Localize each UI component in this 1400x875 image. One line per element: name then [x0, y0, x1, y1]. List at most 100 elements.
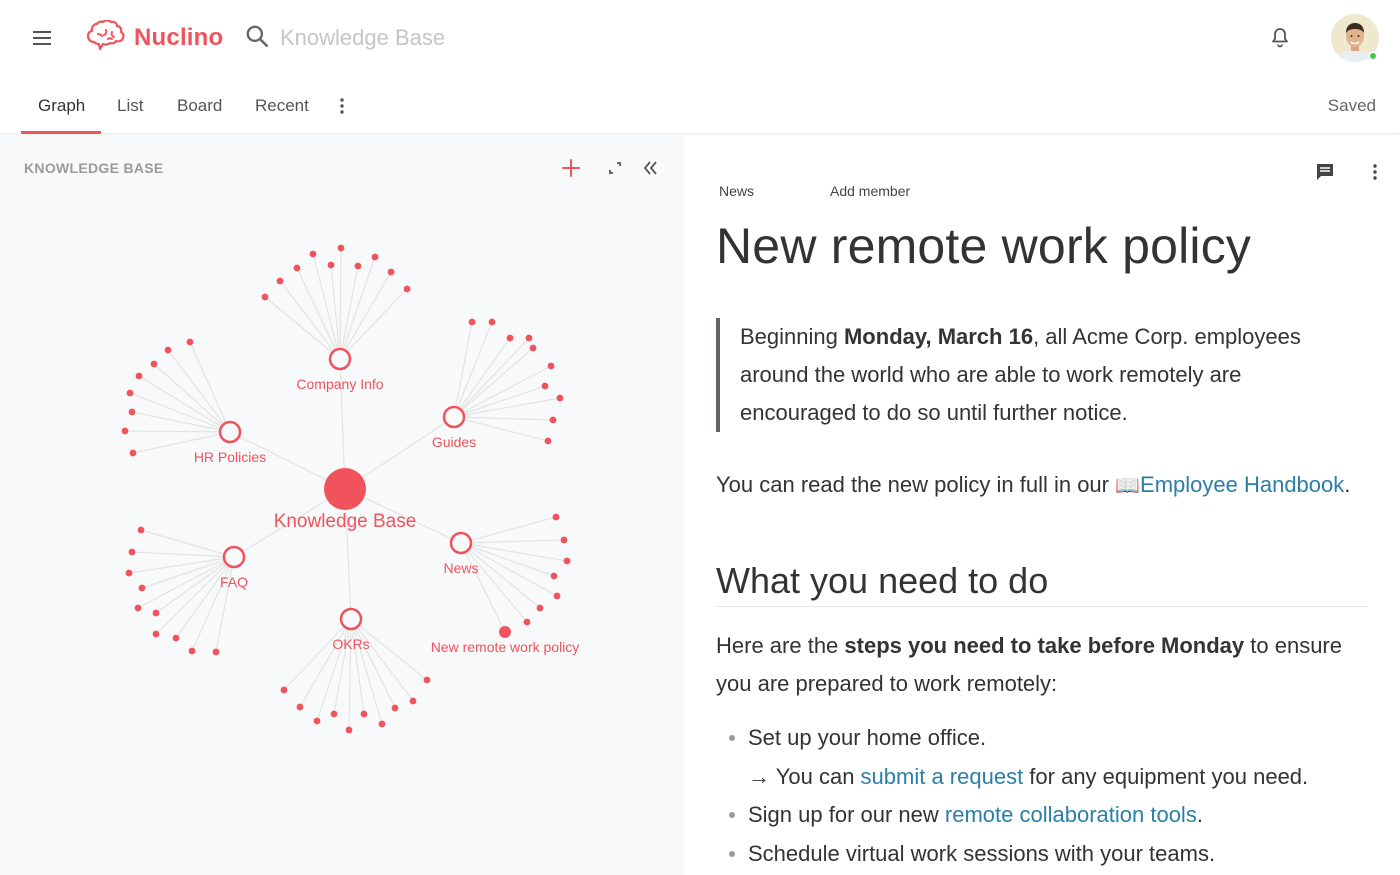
handbook-paragraph[interactable]: You can read the new policy in full in o… [716, 466, 1376, 505]
app-logo[interactable]: Nuclino [86, 18, 223, 56]
graph-item-node-active[interactable] [499, 626, 511, 638]
graph-item-node[interactable] [152, 630, 160, 638]
graph-item-node[interactable] [138, 584, 146, 592]
graph-item-node[interactable] [150, 360, 158, 368]
list-item[interactable]: Set up your home office. [716, 719, 1376, 758]
graph-cluster-label[interactable]: News [443, 560, 478, 576]
graph-item-node[interactable] [276, 277, 284, 285]
tab-list[interactable]: List [117, 96, 143, 116]
graph-item-node[interactable] [172, 634, 180, 642]
graph-item-node[interactable] [550, 572, 558, 580]
graph-cluster-node[interactable] [449, 531, 473, 555]
graph-item-node[interactable] [152, 609, 160, 617]
graph-item-node[interactable] [468, 318, 476, 326]
graph-cluster-label[interactable]: FAQ [220, 574, 248, 590]
remote-collaboration-tools-link[interactable]: remote collaboration tools [945, 802, 1197, 827]
list-item[interactable]: Sign up for our new remote collaboration… [716, 796, 1376, 835]
graph-cluster-node[interactable] [442, 405, 466, 429]
graph-item-node[interactable] [541, 382, 549, 390]
graph-item-node[interactable] [129, 449, 137, 457]
menu-icon[interactable] [30, 26, 54, 50]
graph-item-node[interactable] [544, 437, 552, 445]
graph-item-node[interactable] [529, 344, 537, 352]
blockquote[interactable]: Beginning Monday, March 16, all Acme Cor… [716, 318, 1336, 432]
search-input[interactable] [280, 25, 680, 51]
add-member-button[interactable]: Add member [830, 183, 910, 199]
graph-item-node[interactable] [309, 250, 317, 258]
graph-cluster-node[interactable] [218, 420, 242, 444]
graph-item-node[interactable] [135, 372, 143, 380]
list-item[interactable]: Schedule virtual work sessions with your… [716, 835, 1376, 874]
graph-item-node[interactable] [378, 720, 386, 728]
graph-item-node[interactable] [293, 264, 301, 272]
graph-cluster-label[interactable]: HR Policies [194, 449, 266, 465]
graph-item-node[interactable] [327, 261, 335, 269]
graph-item-node[interactable] [280, 686, 288, 694]
graph-item-node[interactable] [354, 262, 362, 270]
graph-item-node[interactable] [525, 334, 533, 342]
graph-item-node[interactable] [423, 676, 431, 684]
graph-item-node[interactable] [523, 618, 531, 626]
tab-board[interactable]: Board [177, 96, 222, 116]
comment-icon[interactable] [1314, 161, 1336, 183]
plus-icon[interactable] [560, 157, 582, 179]
graph-item-node[interactable] [371, 253, 379, 261]
graph-item-node[interactable] [391, 704, 399, 712]
steps-paragraph[interactable]: Here are the steps you need to take befo… [716, 627, 1376, 703]
graph-item-node[interactable] [560, 536, 568, 544]
breadcrumb[interactable]: News [719, 183, 754, 199]
employee-handbook-link[interactable]: Employee Handbook [1140, 472, 1344, 497]
graph-item-node[interactable] [553, 592, 561, 600]
graph-item-node[interactable] [488, 318, 496, 326]
graph-item-node[interactable] [137, 526, 145, 534]
graph-item-node[interactable] [261, 293, 269, 301]
search-icon[interactable] [244, 23, 270, 54]
graph-item-node[interactable] [126, 389, 134, 397]
bell-icon[interactable] [1268, 26, 1292, 50]
graph-item-node[interactable] [164, 346, 172, 354]
graph-item-node[interactable] [547, 362, 555, 370]
graph-item-label[interactable]: New remote work policy [431, 639, 580, 655]
graph-item-node[interactable] [125, 569, 133, 577]
graph-item-node[interactable] [337, 244, 345, 252]
list-subitem[interactable]: → You can submit a request for any equip… [716, 758, 1376, 797]
more-vertical-icon[interactable] [1364, 161, 1386, 183]
graph-item-node[interactable] [188, 647, 196, 655]
knowledge-graph[interactable]: New remote work policy Company Info HR Pol… [0, 135, 684, 875]
graph-cluster-node[interactable] [222, 545, 246, 569]
graph-item-node[interactable] [506, 334, 514, 342]
graph-item-node[interactable] [552, 513, 560, 521]
graph-item-node[interactable] [134, 604, 142, 612]
graph-item-node[interactable] [186, 338, 194, 346]
search-bar[interactable] [244, 20, 844, 56]
graph-cluster-label[interactable]: Guides [432, 434, 476, 450]
graph-cluster-node[interactable] [328, 347, 352, 371]
graph-item-node[interactable] [128, 548, 136, 556]
tab-recent[interactable]: Recent [255, 96, 309, 116]
submit-request-link[interactable]: submit a request [861, 764, 1024, 789]
graph-item-node[interactable] [563, 557, 571, 565]
tab-graph[interactable]: Graph [38, 96, 85, 116]
graph-item-node[interactable] [313, 717, 321, 725]
page-title[interactable]: New remote work policy [716, 217, 1251, 275]
collapse-left-icon[interactable] [640, 157, 662, 179]
graph-item-node[interactable] [330, 710, 338, 718]
graph-cluster-label[interactable]: OKRs [332, 636, 369, 652]
graph-item-node[interactable] [128, 408, 136, 416]
expand-icon[interactable] [604, 157, 626, 179]
graph-item-node[interactable] [409, 697, 417, 705]
graph-item-node[interactable] [556, 394, 564, 402]
graph-item-node[interactable] [403, 285, 411, 293]
graph-root-label[interactable]: Knowledge Base [274, 511, 417, 532]
graph-cluster-node[interactable] [339, 607, 363, 631]
graph-cluster-label[interactable]: Company Info [296, 376, 383, 392]
more-vertical-icon[interactable] [336, 96, 348, 116]
graph-item-node[interactable] [387, 268, 395, 276]
graph-item-node[interactable] [360, 710, 368, 718]
graph-item-node[interactable] [549, 416, 557, 424]
graph-item-node[interactable] [212, 648, 220, 656]
graph-item-node[interactable] [345, 726, 353, 734]
graph-item-node[interactable] [536, 604, 544, 612]
graph-item-node[interactable] [296, 703, 304, 711]
graph-item-node[interactable] [121, 427, 129, 435]
